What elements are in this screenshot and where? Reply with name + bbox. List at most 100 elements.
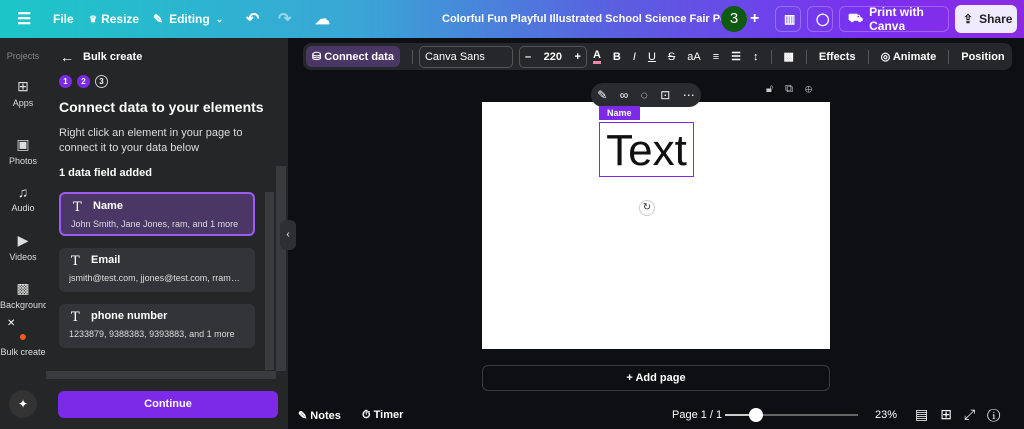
rail-label: Audio bbox=[11, 203, 35, 213]
lock-icon[interactable]: 🔓︎ bbox=[766, 83, 785, 95]
rail-label: Bulk create bbox=[0, 347, 46, 357]
animate-button[interactable]: ◎ Animate bbox=[881, 50, 937, 63]
more-icon[interactable]: ⋯ bbox=[683, 88, 695, 102]
background-icon: ▩ bbox=[16, 280, 30, 296]
position-button[interactable]: Position bbox=[961, 51, 1004, 63]
zoom-slider-thumb[interactable] bbox=[748, 408, 763, 422]
font-size-value[interactable]: 220 bbox=[544, 51, 562, 63]
transparency-icon[interactable]: ▩ bbox=[784, 50, 794, 63]
share-button[interactable]: ⇪ Share bbox=[955, 5, 1017, 33]
link-icon[interactable]: ∞ bbox=[620, 88, 629, 102]
data-label-badge: Name bbox=[599, 106, 640, 120]
grid-view-icon[interactable]: ⊞ bbox=[940, 406, 964, 422]
analytics-icon[interactable]: ▥ bbox=[775, 6, 801, 32]
collapse-panel-button[interactable]: ‹ bbox=[280, 220, 296, 250]
underline-icon[interactable]: U bbox=[648, 51, 656, 63]
fullscreen-icon[interactable]: ⤢ bbox=[964, 406, 987, 422]
step-2: 2 bbox=[77, 75, 90, 88]
projects-label[interactable]: Projects bbox=[0, 51, 46, 61]
cloud-saved-icon[interactable]: ☁ bbox=[315, 0, 330, 38]
zoom-level[interactable]: 23% bbox=[875, 409, 897, 421]
upload-icon: ⇪ bbox=[963, 12, 974, 26]
add-page-button[interactable]: + Add page bbox=[482, 365, 830, 391]
comment-add-icon[interactable]: ◌ bbox=[641, 88, 648, 102]
scrollbar[interactable] bbox=[265, 192, 274, 370]
field-name: Email bbox=[91, 254, 121, 266]
rail-background[interactable]: ▩ Background bbox=[0, 280, 48, 310]
increase-icon[interactable]: + bbox=[575, 51, 581, 63]
field-values: 1233879, 9388383, 9393883, and 1 more bbox=[69, 329, 235, 339]
lock-icon[interactable]: ⊡ bbox=[660, 88, 670, 102]
font-selector[interactable]: Canva Sans bbox=[418, 45, 513, 68]
add-page-icon[interactable]: ⊕ bbox=[805, 83, 824, 95]
decrease-icon[interactable]: – bbox=[525, 51, 531, 63]
pages-view-icon[interactable]: ▤ bbox=[915, 406, 940, 422]
divider bbox=[948, 49, 950, 64]
duplicate-icon[interactable]: ⧉ bbox=[785, 83, 805, 95]
field-values: John Smith, Jane Jones, ram, and 1 more bbox=[71, 219, 239, 229]
text-element[interactable]: Text bbox=[599, 122, 694, 177]
field-card-email[interactable]: T Email jsmith@test.com, jjones@test.com, … bbox=[59, 248, 255, 292]
magic-edit-icon[interactable]: ✎ bbox=[597, 88, 607, 102]
field-count: 1 data field added bbox=[59, 167, 152, 179]
font-size-stepper[interactable]: – 220 + bbox=[518, 45, 587, 68]
connect-data-button[interactable]: ⛁ Connect data bbox=[306, 46, 400, 67]
connect-label: Connect data bbox=[324, 51, 394, 63]
help-icon[interactable]: ⓘ bbox=[987, 406, 1012, 422]
top-bar: ☰ File ♛ Resize ✎ Editing ⌄ ↶ ↷ ☁ Colorful … bbox=[0, 0, 1024, 38]
rail-apps[interactable]: ⊞ Apps bbox=[0, 78, 46, 108]
strikethrough-icon[interactable]: S bbox=[668, 51, 675, 63]
animate-icon: ◎ bbox=[880, 51, 893, 63]
text-color-icon[interactable]: A bbox=[592, 49, 601, 64]
effects-button[interactable]: Effects bbox=[819, 51, 856, 63]
continue-button[interactable]: Continue bbox=[58, 391, 278, 418]
rail-photos[interactable]: ▣ Photos bbox=[0, 136, 46, 166]
magic-icon[interactable]: ✦ bbox=[9, 390, 37, 418]
rail-videos[interactable]: ▶ Videos bbox=[0, 232, 46, 262]
left-rail: Projects ⊞ Apps ▣ Photos ♫ Audio ▶ Videos ▩ B… bbox=[0, 38, 48, 429]
editing-dropdown[interactable]: ✎ Editing ⌄ bbox=[153, 0, 223, 38]
step-1: 1 bbox=[59, 75, 72, 88]
print-button[interactable]: ⛟ Print with Canva bbox=[839, 5, 949, 33]
panel-title: Bulk create bbox=[83, 51, 143, 63]
apps-icon: ⊞ bbox=[17, 78, 29, 94]
italic-icon[interactable]: I bbox=[633, 51, 636, 63]
element-context-toolbar: ✎ ∞ ◌ ⊡ ⋯ bbox=[591, 83, 701, 107]
step-3: 3 bbox=[95, 75, 108, 88]
field-card-phone[interactable]: Tphone number 1233879, 9388383, 9393883, … bbox=[59, 304, 255, 348]
list-icon[interactable]: ☰ bbox=[731, 50, 741, 63]
case-icon[interactable]: aA bbox=[687, 51, 700, 63]
resize-button[interactable]: ♛ Resize bbox=[89, 0, 139, 38]
field-card-name[interactable]: T Name John Smith, Jane Jones, ram, and 1 … bbox=[59, 192, 255, 236]
text-type-icon: T bbox=[71, 310, 80, 325]
zoom-slider[interactable] bbox=[725, 408, 858, 422]
rail-audio[interactable]: ♫ Audio bbox=[0, 184, 46, 213]
menu-icon[interactable]: ☰ bbox=[17, 0, 31, 38]
add-collaborator-icon[interactable]: + bbox=[750, 0, 759, 38]
align-center-icon[interactable]: ≡ bbox=[713, 51, 719, 63]
design-title[interactable]: Colorful Fun Playful Illustrated School … bbox=[442, 0, 747, 38]
avatar[interactable]: 3 bbox=[721, 6, 747, 32]
rail-bulk-create[interactable]: ● Bulk create bbox=[0, 328, 46, 357]
text-type-icon: T bbox=[71, 254, 80, 269]
back-arrow-icon[interactable]: ← bbox=[60, 49, 74, 65]
horizontal-scrollbar[interactable] bbox=[46, 371, 276, 379]
notes-button[interactable]: ✎ Notes bbox=[298, 409, 341, 422]
bold-icon[interactable]: B bbox=[613, 51, 621, 63]
redo-icon[interactable]: ↷ bbox=[278, 0, 291, 38]
timer-icon: ⏱ bbox=[362, 409, 374, 421]
chevron-down-icon: ⌄ bbox=[215, 13, 224, 24]
notes-icon: ✎ bbox=[298, 410, 311, 422]
file-menu[interactable]: File bbox=[53, 0, 74, 38]
rotate-icon[interactable]: ↻ bbox=[639, 200, 655, 216]
divider bbox=[867, 49, 869, 64]
comment-icon[interactable]: ◯ bbox=[807, 6, 833, 32]
field-name: Name bbox=[93, 200, 123, 212]
spacing-icon[interactable]: ↕ bbox=[753, 51, 759, 63]
page-indicator[interactable]: Page 1 / 1 bbox=[672, 409, 722, 421]
undo-icon[interactable]: ↶ bbox=[246, 0, 259, 38]
truck-icon: ⛟ bbox=[848, 11, 864, 25]
animate-label: Animate bbox=[892, 51, 937, 63]
scrollbar-outer[interactable] bbox=[276, 166, 286, 371]
timer-button[interactable]: ⏱ Timer bbox=[362, 409, 403, 422]
